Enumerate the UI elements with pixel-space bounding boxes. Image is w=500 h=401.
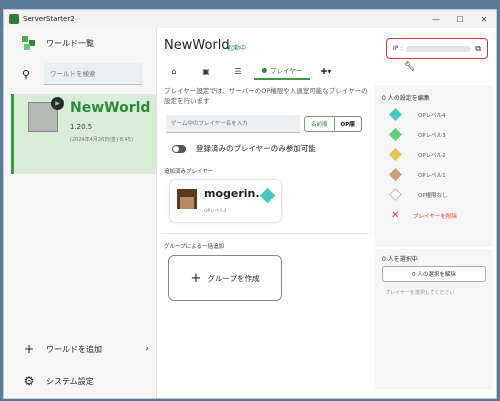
whitelist-toggle-row[interactable]: 登録済みのプレイヤーのみ参加可能 (172, 143, 316, 154)
sidebar: ワールド一覧 ⚲ ▶ NewWorld 1.20.5 (2024年4月26日(金… (4, 28, 157, 398)
select-hint: プレイヤーを選択してください (385, 290, 455, 296)
minimize-icon[interactable]: — (424, 10, 448, 28)
player-name-input[interactable] (166, 115, 300, 133)
person-icon: ● (261, 66, 268, 74)
world-name: NewWorld (70, 100, 151, 116)
selection-panel: 0 人を選択中 0 人の選択を解除 プレイヤーを選択してください (375, 249, 493, 389)
tab-player[interactable]: ● プレイヤー (254, 62, 310, 80)
player-card[interactable]: mogerin... OPレベル4 (170, 180, 281, 222)
ip-address-box[interactable]: IP : ⧉ (386, 38, 488, 59)
system-settings-label: システム設定 (46, 376, 94, 386)
group-section-heading: グループによる一括追加 (164, 244, 225, 250)
close-icon[interactable]: ✕ (472, 10, 496, 28)
world-version: 1.20.5 (70, 123, 93, 131)
puzzle-icon: ✚▾ (320, 66, 332, 76)
maximize-icon[interactable]: ☐ (448, 10, 472, 28)
scrollbar[interactable] (496, 32, 497, 398)
op-level-3-option[interactable]: OPレベル3 (389, 128, 446, 141)
edit-settings-panel: 0 人の設定を編集 OPレベル4 OPレベル3 OPレベル2 OPレベル1 OP… (375, 85, 493, 247)
whitelist-toggle[interactable] (172, 144, 186, 153)
op-level-label: OP権限なし (418, 192, 448, 199)
diamond-icon (389, 108, 402, 121)
unselect-button[interactable]: 0 人の選択を解除 (382, 266, 486, 282)
close-icon: ✕ (391, 210, 400, 221)
selected-count-title: 0 人を選択中 (382, 256, 418, 263)
world-thumbnail: ▶ (28, 97, 64, 132)
added-players-heading: 追加済みプレイヤー (164, 169, 214, 175)
chevron-right-icon: › (145, 344, 149, 354)
tab-home[interactable]: ⌂ (158, 62, 190, 80)
op-level-1-option[interactable]: OPレベル1 (389, 168, 446, 181)
console-icon: ▣ (202, 66, 210, 76)
tab-bar: ⌂ ▣ ☰ ● プレイヤー ✚▾ (158, 62, 376, 80)
system-settings-button[interactable]: ⚙ システム設定 (4, 368, 157, 394)
plus-icon: + (23, 342, 35, 356)
wrench-icon[interactable]: 🔧︎ (404, 62, 415, 72)
titlebar: ServerStarter2 — ☐ ✕ (4, 10, 496, 28)
tab-console[interactable]: ▣ (190, 62, 222, 80)
gear-icon: ⚙ (23, 374, 35, 388)
player-name: mogerin... (204, 187, 268, 200)
player-level: OPレベル4 (204, 209, 227, 214)
main-panel: NewWorld 起動中 IP : ⧉ ⌂ ▣ ☰ ● プレイヤー ✚▾ 🔧︎ … (158, 28, 497, 398)
page-title: NewWorld (164, 38, 230, 53)
op-level-label: OPレベル4 (418, 112, 446, 119)
app-window: ServerStarter2 — ☐ ✕ ワールド一覧 ⚲ ▶ NewWorld… (3, 9, 497, 399)
sort-by-name-button[interactable]: 名前順 (304, 116, 335, 132)
player-avatar (177, 189, 197, 209)
world-date: (2024年4月26日(金) 8:45) (70, 137, 133, 143)
op-level-2-option[interactable]: OPレベル2 (389, 148, 446, 161)
remove-player-button[interactable]: ✕ プレイヤーを削除 (391, 210, 457, 221)
tab-player-label: プレイヤー (270, 67, 303, 75)
diamond-icon (389, 148, 402, 161)
list-icon: ☰ (234, 66, 242, 76)
app-icon (9, 14, 19, 24)
copy-icon[interactable]: ⧉ (475, 44, 481, 54)
op-level-label: OPレベル3 (418, 132, 446, 139)
whitelist-label: 登録済みのプレイヤーのみ参加可能 (196, 144, 316, 153)
world-list-label: ワールド一覧 (46, 38, 94, 48)
world-list-header[interactable]: ワールド一覧 (4, 28, 156, 58)
diamond-icon (389, 128, 402, 141)
add-world-button[interactable]: + ワールドを追加 › (4, 336, 157, 362)
ip-value-redacted (406, 45, 472, 52)
edit-panel-title: 0 人の設定を編集 (382, 95, 430, 102)
home-icon: ⌂ (171, 66, 177, 76)
op-level-4-option[interactable]: OPレベル4 (389, 108, 446, 121)
tab-addons[interactable]: ✚▾ (310, 62, 342, 80)
tab-list[interactable]: ☰ (222, 62, 254, 80)
remove-player-label: プレイヤーを削除 (413, 213, 457, 220)
player-settings-description: プレイヤー設定では、サーバーのOP権限や入退室可能なプレイヤーの設定を行います (164, 87, 368, 105)
divider (162, 233, 370, 234)
status-badge: 起動中 (228, 45, 247, 52)
diamond-icon (389, 168, 402, 181)
app-logo-icon (22, 36, 36, 50)
sort-by-op-button[interactable]: OP順 (334, 116, 362, 132)
plus-icon: + (190, 270, 202, 286)
diamond-outline-icon (389, 188, 402, 201)
sort-toggle: 名前順 OP順 (304, 116, 362, 132)
create-group-label: グループを作成 (207, 273, 260, 283)
op-none-option[interactable]: OP権限なし (389, 188, 448, 201)
search-icon: ⚲ (22, 67, 31, 81)
ip-label: IP : (393, 45, 403, 52)
add-world-label: ワールドを追加 (46, 344, 102, 354)
create-group-button[interactable]: + グループを作成 (168, 255, 282, 301)
op-level-label: OPレベル2 (418, 152, 446, 159)
world-card-newworld[interactable]: ▶ NewWorld 1.20.5 (2024年4月26日(金) 8:45) (11, 94, 156, 174)
world-search-input[interactable] (44, 63, 142, 85)
world-search-row: ⚲ (4, 58, 156, 90)
window-title: ServerStarter2 (23, 15, 75, 23)
running-badge-icon: ▶ (51, 97, 64, 110)
op-level-label: OPレベル1 (418, 172, 446, 179)
